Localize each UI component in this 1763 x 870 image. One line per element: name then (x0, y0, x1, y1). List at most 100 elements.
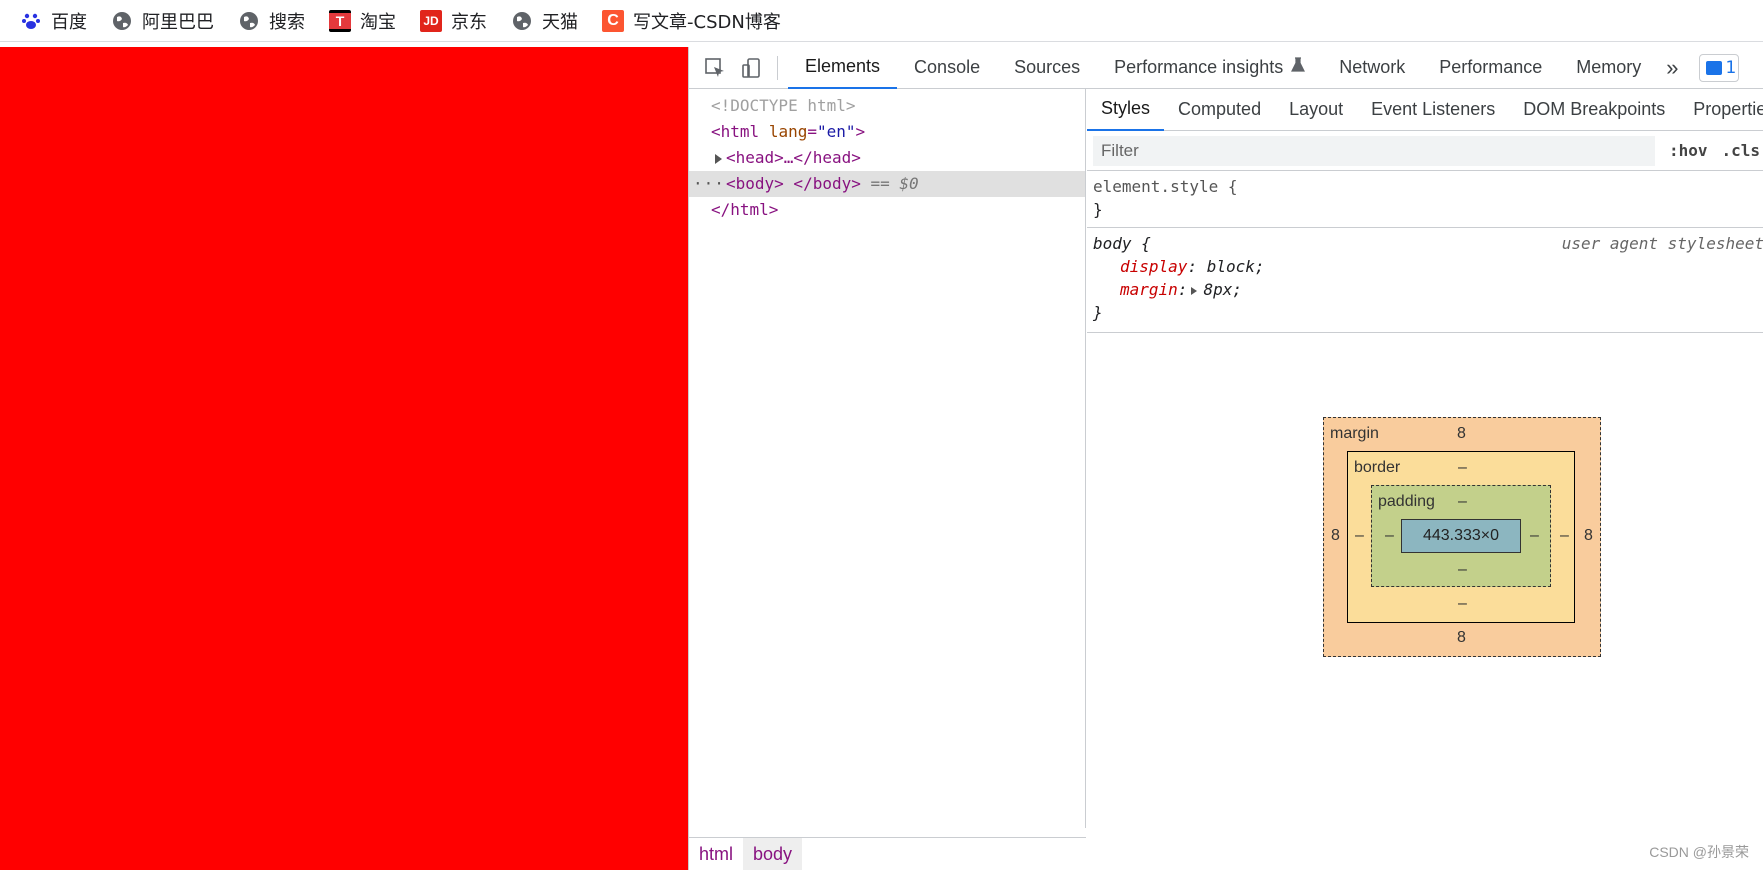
border-top-value[interactable]: – (1458, 459, 1467, 477)
subtab-dom-breakpoints[interactable]: DOM Breakpoints (1509, 89, 1679, 131)
breadcrumb-html[interactable]: html (689, 838, 743, 870)
dom-node-body[interactable]: ··· <body> </body> == $0 (689, 171, 1085, 197)
bookmark-label: 淘宝 (360, 11, 396, 33)
csdn-icon: C (602, 9, 624, 32)
border-bottom-value[interactable]: – (1458, 595, 1467, 613)
devtools-panel: Elements Console Sources Performance ins… (688, 47, 1763, 870)
page-viewport[interactable] (0, 47, 688, 870)
bookmark-label: 天猫 (542, 11, 578, 33)
globe-icon (111, 10, 133, 32)
expand-shorthand-icon[interactable] (1191, 286, 1198, 295)
tab-label: Performance insights (1114, 57, 1284, 77)
subtab-properties[interactable]: Properties (1679, 89, 1763, 131)
dom-node-html[interactable]: <html lang="en"> (689, 119, 1085, 145)
csdn-glyph: C (607, 11, 619, 29)
more-tabs-icon[interactable]: » (1658, 47, 1686, 89)
jd-icon: JD (420, 9, 442, 32)
html-attr-name: lang (768, 122, 808, 141)
styles-filter-input[interactable] (1093, 135, 1655, 166)
css-property-margin[interactable]: margin: 8px; (1093, 278, 1758, 301)
breadcrumb-body[interactable]: body (743, 838, 803, 870)
element-style-rule[interactable]: element.style { } (1087, 171, 1763, 228)
head-tag: <head>…</head> (726, 148, 861, 167)
property-value: block; (1206, 257, 1265, 276)
watermark: CSDN @孙景荣 (1649, 844, 1749, 860)
jd-glyph: JD (423, 13, 439, 28)
dom-node-doctype[interactable]: <!DOCTYPE html> (689, 93, 1085, 119)
padding-bottom-value[interactable]: – (1458, 561, 1467, 579)
margin-top-value[interactable]: 8 (1457, 425, 1466, 443)
margin-bottom-value[interactable]: 8 (1457, 629, 1466, 647)
globe-icon (511, 10, 533, 32)
html-attr-value: "en" (816, 122, 856, 141)
padding-right-value[interactable]: – (1530, 527, 1539, 545)
element-style-close: } (1093, 200, 1103, 219)
html-open-tag: <html (711, 122, 760, 141)
tab-performance[interactable]: Performance (1422, 47, 1559, 89)
toolbar-divider (777, 55, 778, 80)
padding-label: padding (1378, 493, 1435, 510)
tab-sources[interactable]: Sources (997, 47, 1097, 89)
margin-right-value[interactable]: 8 (1584, 527, 1593, 545)
bookmark-label: 写文章-CSDN博客 (633, 11, 781, 33)
stylesheet-source-label[interactable]: user agent stylesheet (1562, 232, 1763, 255)
border-right-value[interactable]: – (1560, 527, 1569, 545)
margin-label: margin (1330, 425, 1379, 442)
doctype-text: <!DOCTYPE html> (711, 96, 856, 115)
property-name: display (1120, 257, 1188, 276)
dom-tree: <!DOCTYPE html> <html lang="en"> <head>…… (689, 89, 1086, 828)
flask-icon (1291, 57, 1306, 78)
box-model-diagram: margin 8 8 8 8 border – – – – padding – … (1323, 417, 1601, 657)
border-label: border (1354, 459, 1401, 476)
bookmark-jd[interactable]: JD 京东 (420, 6, 487, 36)
bookmark-search[interactable]: 搜索 (238, 6, 305, 36)
issues-count: 1 (1725, 57, 1737, 78)
dom-node-html-close[interactable]: </html> (689, 197, 1085, 223)
bookmark-taobao[interactable]: T 淘宝 (329, 6, 396, 36)
body-tag: <body> </body> (726, 174, 861, 193)
taobao-icon: T (329, 9, 351, 32)
tab-performance-insights[interactable]: Performance insights (1097, 47, 1322, 89)
styles-pane: Styles Computed Layout Event Listeners D… (1087, 89, 1763, 870)
node-actions-icon[interactable]: ··· (693, 171, 725, 197)
tab-elements[interactable]: Elements (788, 47, 898, 89)
hov-toggle-button[interactable]: :hov (1669, 141, 1708, 160)
css-property-display[interactable]: display: block; (1093, 255, 1758, 278)
element-style-selector-text: element.style { (1093, 177, 1238, 196)
border-left-value[interactable]: – (1355, 527, 1364, 545)
bookmark-baidu[interactable]: 百度 (20, 6, 87, 36)
inspect-element-icon[interactable] (699, 52, 731, 84)
subtab-styles[interactable]: Styles (1087, 89, 1165, 131)
device-toolbar-icon[interactable] (735, 52, 767, 84)
tab-memory[interactable]: Memory (1559, 47, 1658, 89)
box-model-content[interactable]: 443.333×0 (1401, 519, 1521, 553)
margin-left-value[interactable]: 8 (1331, 527, 1340, 545)
tab-network[interactable]: Network (1322, 47, 1422, 89)
devtools-toolbar: Elements Console Sources Performance ins… (689, 47, 1763, 89)
property-value: 8px; (1203, 280, 1242, 299)
padding-left-value[interactable]: – (1385, 527, 1394, 545)
selected-node-marker: == $0 (870, 174, 919, 193)
tab-console[interactable]: Console (897, 47, 997, 89)
styles-subtabs: Styles Computed Layout Event Listeners D… (1087, 89, 1763, 131)
expand-triangle-icon[interactable] (715, 153, 722, 164)
subtab-computed[interactable]: Computed (1164, 89, 1275, 131)
subtab-event-listeners[interactable]: Event Listeners (1357, 89, 1509, 131)
element-style-selector: element.style { (1093, 175, 1758, 198)
bookmark-tmall[interactable]: 天猫 (511, 6, 578, 36)
dom-node-head[interactable]: <head>…</head> (689, 145, 1085, 171)
bookmark-label: 阿里巴巴 (142, 11, 214, 33)
globe-icon (238, 10, 260, 32)
bookmark-label: 百度 (51, 11, 87, 33)
bookmark-label: 京东 (451, 11, 487, 33)
breadcrumb: html body (689, 837, 1086, 870)
body-rule-close: } (1093, 303, 1103, 322)
bookmark-alibaba[interactable]: 阿里巴巴 (111, 6, 214, 36)
body-ua-rule[interactable]: body { user agent stylesheet display: bl… (1087, 228, 1763, 333)
padding-top-value[interactable]: – (1458, 493, 1467, 511)
cls-toggle-button[interactable]: .cls (1722, 141, 1761, 160)
bookmark-csdn[interactable]: C 写文章-CSDN博客 (602, 6, 781, 36)
issues-badge[interactable]: 1 (1698, 53, 1739, 82)
html-open-end: > (855, 122, 866, 141)
subtab-layout[interactable]: Layout (1275, 89, 1357, 131)
